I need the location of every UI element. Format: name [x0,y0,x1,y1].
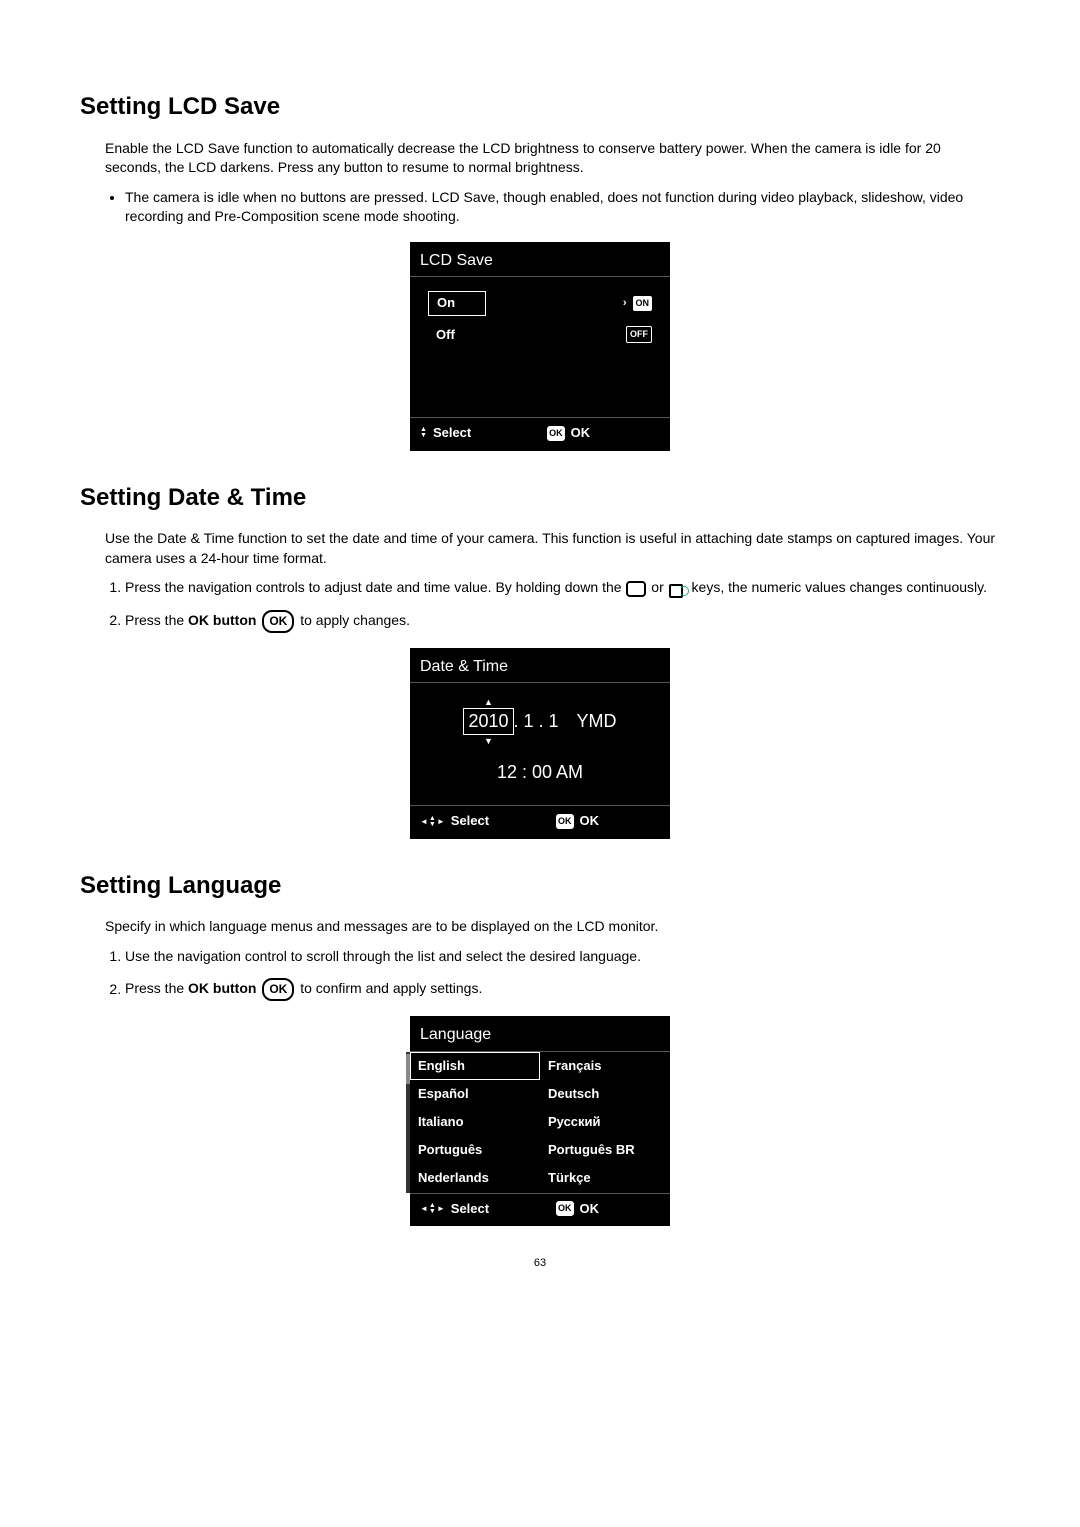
ok-button-icon: OK [262,978,294,1001]
off-badge-icon: OFF [626,326,652,343]
lcd-save-off-label: Off [428,324,463,346]
scrollbar[interactable] [406,1052,410,1193]
lcd-save-option-off[interactable]: Off OFF [420,320,660,350]
step-dt-2: Press the OK button OK to apply changes. [125,610,1000,633]
time-line[interactable]: 12 : 00 AM [420,760,660,785]
footer-ok-label: OK [580,812,600,830]
footer-ok-label: OK [580,1200,600,1218]
macro-key-icon [669,582,687,596]
ok-badge-icon: OK [556,1201,574,1216]
lang-item-portugues-br[interactable]: Português BR [540,1136,670,1164]
lcd-save-option-on[interactable]: On › ON [420,287,660,319]
step-lang-1: Use the navigation control to scroll thr… [125,947,1000,967]
lang-item-nederlands[interactable]: Nederlands [410,1164,540,1192]
lang-item-francais[interactable]: Français [540,1052,670,1080]
on-badge-icon: ON [633,296,653,311]
heading-language: Setting Language [80,869,1000,903]
rest-date: . 1 . 1 [514,711,559,731]
footer-select-label: Select [433,424,471,442]
step-dt-2a: Press the [125,612,188,628]
lang-item-english[interactable]: English [410,1052,540,1080]
date-line[interactable]: 2010. 1 . 1 YMD [420,708,660,735]
language-title: Language [410,1016,670,1051]
step-dt-1a: Press the navigation controls to adjust … [125,579,625,595]
date-time-title: Date & Time [410,648,670,683]
lang-item-espanol[interactable]: Español [410,1080,540,1108]
display-key-icon [626,581,646,597]
intro-lcd-save: Enable the LCD Save function to automati… [105,139,1000,178]
footer-select-label: Select [451,812,489,830]
step-dt-1c: keys, the numeric values changes continu… [688,579,987,595]
updown-icon [420,427,427,439]
heading-date-time: Setting Date & Time [80,481,1000,515]
heading-lcd-save: Setting LCD Save [80,90,1000,124]
step-dt-1b: or [647,579,667,595]
chevron-right-icon: › [623,296,627,311]
lang-item-portugues[interactable]: Português [410,1136,540,1164]
nav-arrows-icon: ▲▼ [420,816,445,828]
step-lang-2c: to confirm and apply settings. [300,981,482,997]
intro-date-time: Use the Date & Time function to set the … [105,529,1000,568]
nav-arrows-icon: ▲▼ [420,1203,445,1215]
ok-badge-icon: OK [556,814,574,829]
ok-badge-icon: OK [547,426,565,441]
step-dt-1: Press the navigation controls to adjust … [125,578,1000,598]
lang-item-turkce[interactable]: Türkçe [540,1164,670,1192]
intro-language: Specify in which language menus and mess… [105,917,1000,937]
footer-ok-label: OK [571,424,591,442]
lcd-save-on-label: On [428,291,486,315]
year-field[interactable]: 2010 [463,708,513,735]
footer-select-label: Select [451,1200,489,1218]
ok-button-icon: OK [262,610,294,633]
page-number: 63 [80,1256,1000,1271]
lcd-save-title: LCD Save [410,242,670,277]
date-time-screen: Date & Time 2010. 1 . 1 YMD 12 : 00 AM ▲▼… [410,648,670,839]
step-lang-2: Press the OK button OK to confirm and ap… [125,978,1000,1001]
lang-item-deutsch[interactable]: Deutsch [540,1080,670,1108]
lcd-save-screen: LCD Save On › ON Off OFF Select OK OK [410,242,670,451]
step-dt-2c: to apply changes. [300,612,410,628]
bullet-lcd-save: The camera is idle when no buttons are p… [125,188,1000,227]
lang-item-italiano[interactable]: Italiano [410,1108,540,1136]
lang-item-russian[interactable]: Русский [540,1108,670,1136]
step-dt-2b: OK button [188,612,256,628]
language-screen: Language English Español Italiano Portug… [410,1016,670,1226]
step-lang-2b: OK button [188,981,256,997]
step-lang-2a: Press the [125,981,188,997]
ymd-label: YMD [577,711,617,731]
